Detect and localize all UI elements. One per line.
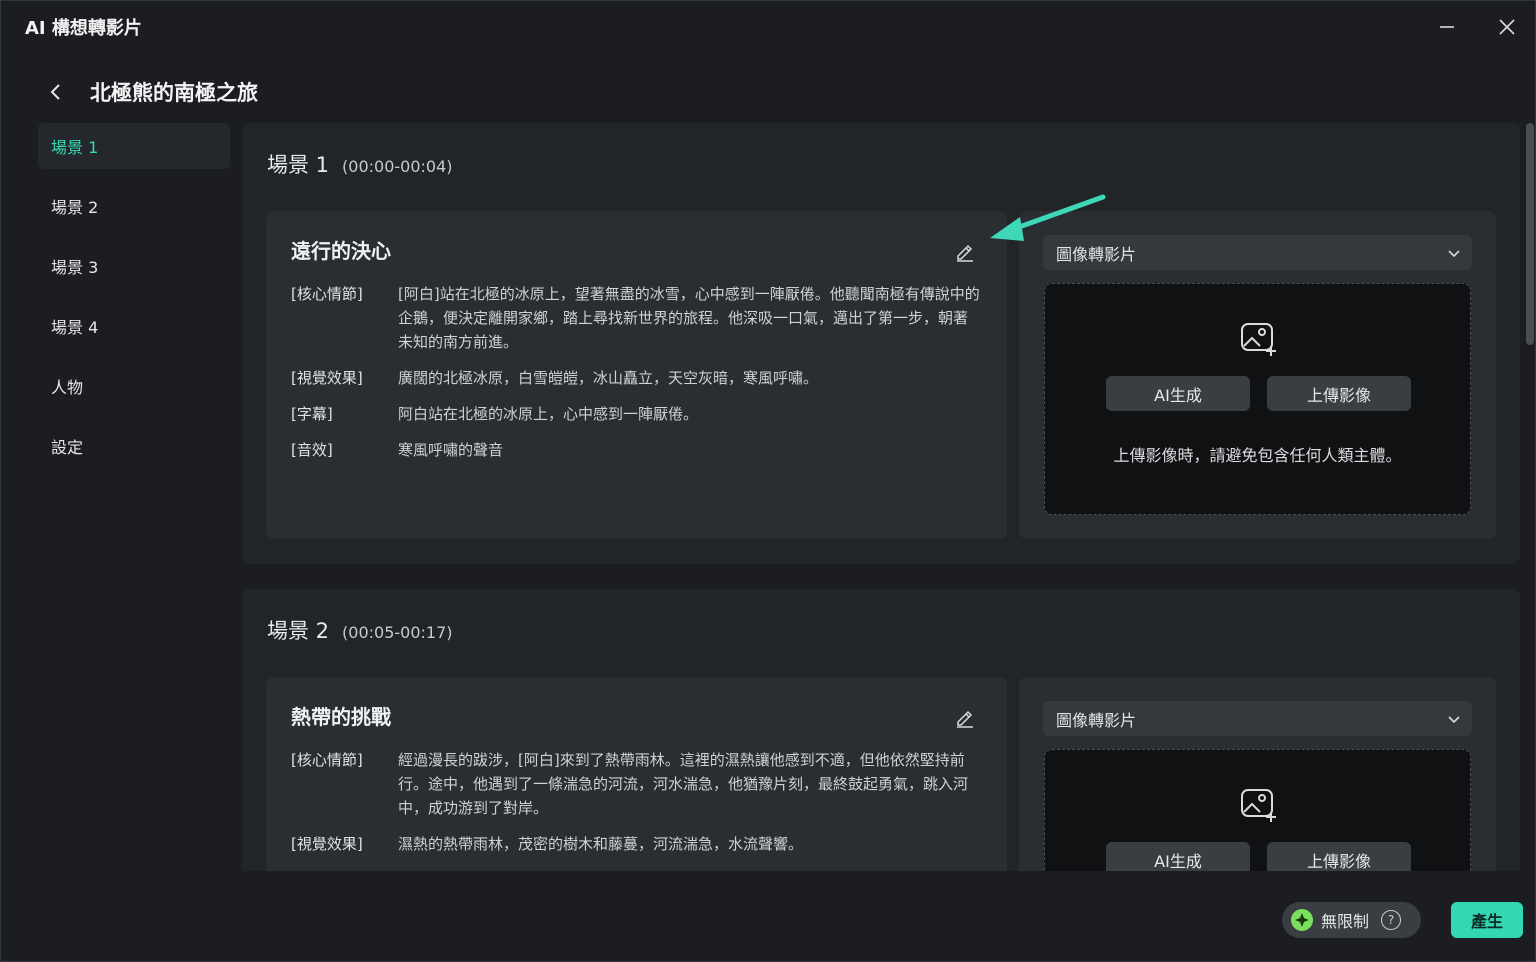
back-button[interactable] [41, 77, 71, 107]
chevron-down-icon [1448, 716, 1460, 724]
sidebar-item-scene-2[interactable]: 場景 2 [38, 183, 230, 229]
story-row: [視覺效果] 廣闊的北極冰原，白雪皚皚，冰山矗立，天空灰暗，寒風呼嘯。 [291, 366, 981, 390]
upload-hint: 上傳影像時，請避免包含任何人類主體。 [1113, 446, 1402, 465]
add-image-icon [1241, 323, 1276, 356]
scene-panel: 場景 2 (00:05-00:17) 熱帶的挑戰 [核心情節] 經過漫長的跋涉，… [242, 589, 1520, 871]
scene-time: (00:00-00:04) [342, 157, 453, 176]
plan-badge[interactable]: 無限制 ? [1282, 902, 1421, 938]
story-rows: [核心情節] 經過漫長的跋涉，[阿白]來到了熱帶雨林。這裡的濕熱讓他感到不適，但… [291, 748, 981, 868]
story-row: [字幕] 阿白站在北極的冰原上，心中感到一陣厭倦。 [291, 402, 981, 426]
mode-select[interactable]: 圖像轉影片 [1043, 701, 1472, 736]
mode-select-value: 圖像轉影片 [1056, 710, 1137, 730]
story-rows: [核心情節] [阿白]站在北極的冰原上，望著無盡的冰雪，心中感到一陣厭倦。他聽聞… [291, 282, 981, 474]
row-key: [視覺效果] [291, 835, 363, 853]
sidebar-item-scene-4[interactable]: 場景 4 [38, 303, 230, 349]
title-bar: AI 構想轉影片 [1, 1, 1535, 53]
story-card: 遠行的決心 [核心情節] [阿白]站在北極的冰原上，望著無盡的冰雪，心中感到一陣… [266, 211, 1007, 539]
pencil-icon [957, 244, 973, 262]
media-card: 圖像轉影片 AI生成 上傳影像 [1019, 677, 1496, 871]
project-title: 北極熊的南極之旅 [90, 81, 258, 105]
scene-name: 場景 2 [267, 619, 330, 643]
story-title: 遠行的決心 [291, 239, 391, 263]
edit-button[interactable] [954, 240, 976, 262]
media-card: 圖像轉影片 AI生成 上傳影像 上傳影像時，請避免包含任何人類主體。 [1019, 211, 1496, 539]
scene-header: 場景 2 (00:05-00:17) [267, 615, 453, 645]
app-title: AI 構想轉影片 [25, 18, 142, 39]
row-key: [字幕] [291, 405, 333, 423]
story-card: 熱帶的挑戰 [核心情節] 經過漫長的跋涉，[阿白]來到了熱帶雨林。這裡的濕熱讓他… [266, 677, 1007, 871]
ai-generate-button[interactable]: AI生成 [1106, 376, 1250, 411]
mode-select-value: 圖像轉影片 [1056, 244, 1137, 264]
row-value: 阿白站在北極的冰原上，心中感到一陣厭倦。 [398, 405, 699, 423]
plan-badge-label: 無限制 [1321, 912, 1370, 931]
scene-header: 場景 1 (00:00-00:04) [267, 149, 453, 179]
row-value: 廣闊的北極冰原，白雪皚皚，冰山矗立，天空灰暗，寒風呼嘯。 [398, 369, 819, 387]
ai-generate-button[interactable]: AI生成 [1106, 842, 1250, 871]
sparkle-icon [1291, 909, 1313, 931]
row-key: [核心情節] [291, 285, 363, 303]
row-value: 濕熱的熱帶雨林，茂密的樹木和藤蔓，河流湍急，水流聲響。 [398, 835, 804, 853]
edit-button[interactable] [954, 706, 976, 728]
scene-name: 場景 1 [267, 153, 330, 177]
story-row: [核心情節] [阿白]站在北極的冰原上，望著無盡的冰雪，心中感到一陣厭倦。他聽聞… [291, 282, 981, 354]
scene-time: (00:05-00:17) [342, 623, 453, 642]
minimize-icon [1440, 26, 1454, 28]
scene-sidebar: 場景 1 場景 2 場景 3 場景 4 人物 設定 [38, 123, 230, 483]
pencil-icon [957, 710, 973, 728]
image-drop-zone[interactable]: AI生成 上傳影像 [1044, 749, 1471, 871]
upload-image-button[interactable]: 上傳影像 [1267, 842, 1411, 871]
story-row: [音效] 寒風呼嘯的聲音 [291, 438, 981, 462]
mode-select[interactable]: 圖像轉影片 [1043, 235, 1472, 270]
sidebar-item-settings[interactable]: 設定 [38, 423, 230, 469]
scene-panel: 場景 1 (00:00-00:04) 遠行的決心 [核心情節] [阿白]站在北極… [242, 123, 1520, 564]
sidebar-item-characters[interactable]: 人物 [38, 363, 230, 409]
sidebar-item-scene-3[interactable]: 場景 3 [38, 243, 230, 289]
close-icon [1499, 19, 1515, 35]
sidebar-item-scene-1[interactable]: 場景 1 [38, 123, 230, 169]
upload-image-button[interactable]: 上傳影像 [1267, 376, 1411, 411]
add-image-icon [1241, 789, 1276, 822]
chevron-left-icon [50, 84, 60, 100]
row-key: [視覺效果] [291, 369, 363, 387]
story-row: [視覺效果] 濕熱的熱帶雨林，茂密的樹木和藤蔓，河流湍急，水流聲響。 [291, 832, 981, 856]
story-row: [核心情節] 經過漫長的跋涉，[阿白]來到了熱帶雨林。這裡的濕熱讓他感到不適，但… [291, 748, 981, 820]
close-button[interactable] [1491, 11, 1523, 43]
scene-list: 場景 1 (00:00-00:04) 遠行的決心 [核心情節] [阿白]站在北極… [242, 123, 1520, 871]
help-icon[interactable]: ? [1381, 910, 1402, 930]
scrollbar-thumb[interactable] [1526, 123, 1534, 345]
row-value: 經過漫長的跋涉，[阿白]來到了熱帶雨林。這裡的濕熱讓他感到不適，但他依然堅持前行… [398, 751, 969, 817]
chevron-down-icon [1448, 250, 1460, 258]
row-value: 寒風呼嘯的聲音 [398, 441, 504, 459]
image-drop-zone[interactable]: AI生成 上傳影像 上傳影像時，請避免包含任何人類主體。 [1044, 283, 1471, 515]
row-key: [核心情節] [291, 751, 363, 769]
minimize-button[interactable] [1431, 11, 1463, 43]
row-value: [阿白]站在北極的冰原上，望著無盡的冰雪，心中感到一陣厭倦。他聽聞南極有傳說中的… [398, 285, 980, 351]
app-window: AI 構想轉影片 北極熊的南極之旅 場景 1 場景 2 場景 3 場景 4 人物… [0, 0, 1536, 962]
story-title: 熱帶的挑戰 [291, 705, 391, 729]
generate-button[interactable]: 產生 [1451, 902, 1523, 938]
row-key: [音效] [291, 441, 333, 459]
